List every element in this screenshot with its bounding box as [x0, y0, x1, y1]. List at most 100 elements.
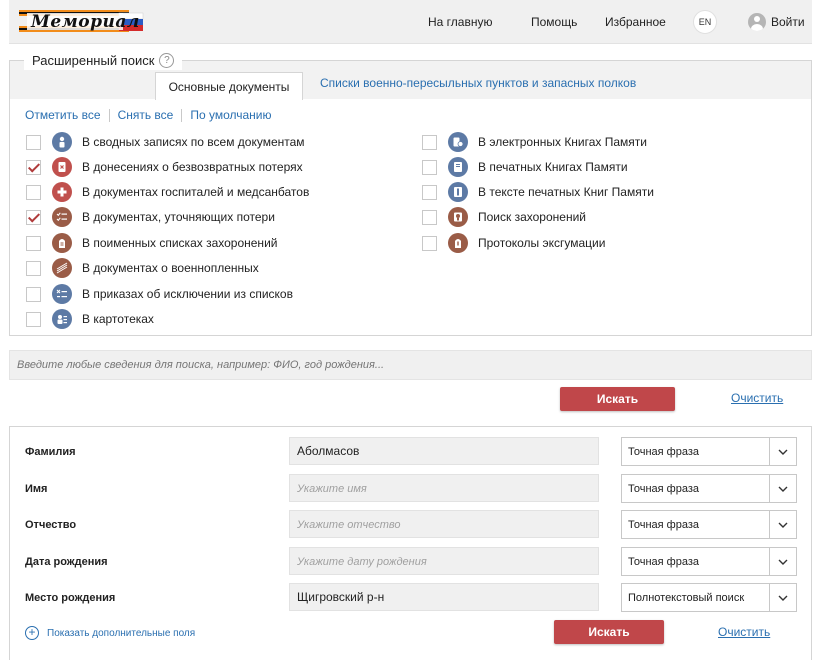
search-button[interactable]: Искать	[560, 387, 675, 411]
doc-option-label: В печатных Книгах Памяти	[478, 160, 628, 174]
uncheck-all-link[interactable]: Снять все	[118, 108, 174, 122]
surname-label: Фамилия	[25, 446, 76, 458]
chevron-down-icon	[769, 438, 796, 465]
doc-option-label: В приказах об исключении из списков	[82, 287, 293, 301]
birth-date-label: Дата рождения	[25, 556, 108, 568]
chevron-down-icon	[769, 548, 796, 575]
help-icon[interactable]: ?	[159, 52, 175, 68]
chevron-down-icon	[769, 511, 796, 538]
memorial-logo[interactable]: Мемориал	[19, 4, 145, 40]
checkbox[interactable]	[26, 184, 41, 200]
checkbox[interactable]	[26, 235, 41, 251]
clear-link[interactable]: Очистить	[731, 391, 783, 405]
first-name-label: Имя	[25, 483, 48, 495]
first-name-match-select[interactable]: Точная фраза	[621, 474, 797, 503]
free-text-search-input[interactable]	[9, 350, 812, 380]
match-mode-value: Точная фраза	[628, 445, 699, 458]
doc-option-label: В документах госпиталей и медсанбатов	[82, 185, 310, 199]
document-cross-icon	[52, 157, 72, 177]
match-mode-value: Полнотекстовый поиск	[628, 591, 745, 604]
nav-home[interactable]: На главную	[428, 15, 492, 29]
checkbox[interactable]	[26, 286, 41, 302]
book-text-icon	[448, 182, 468, 202]
match-mode-value: Точная фраза	[628, 482, 699, 495]
nav-help[interactable]: Помощь	[531, 15, 577, 29]
doc-option-summary[interactable]: В сводных записях по всем документам	[26, 132, 305, 152]
match-mode-value: Точная фраза	[628, 518, 699, 531]
show-more-fields-label: Показать дополнительные поля	[47, 627, 196, 639]
card-index-icon	[52, 309, 72, 329]
checkbox[interactable]	[422, 134, 437, 150]
doc-option-losses[interactable]: В донесениях о безвозвратных потерях	[26, 157, 303, 177]
doc-option-label: В документах о военнопленных	[82, 261, 259, 275]
form-clear-link[interactable]: Очистить	[718, 625, 770, 639]
barbed-wire-icon	[52, 258, 72, 278]
birth-date-match-select[interactable]: Точная фраза	[621, 547, 797, 576]
checkbox[interactable]	[422, 159, 437, 175]
divider	[181, 108, 183, 122]
doc-option-book-text[interactable]: В тексте печатных Книг Памяти	[422, 182, 654, 202]
doc-option-label: Поиск захоронений	[478, 210, 586, 224]
doc-option-label: Протоколы эксгумации	[478, 236, 606, 250]
doc-option-burial-lists[interactable]: В поименных списках захоронений	[26, 233, 277, 253]
chevron-down-icon	[769, 475, 796, 502]
doc-option-label: В картотеках	[82, 312, 154, 326]
doc-option-label: В тексте печатных Книг Памяти	[478, 185, 654, 199]
medical-cross-icon	[52, 182, 72, 202]
person-icon	[52, 132, 72, 152]
grave-list-icon	[52, 233, 72, 253]
tab-transit-lists[interactable]: Списки военно-пересыльных пунктов и запа…	[320, 76, 636, 90]
doc-option-pow[interactable]: В документах о военнопленных	[26, 258, 259, 278]
doc-option-hospitals[interactable]: В документах госпиталей и медсанбатов	[26, 182, 309, 202]
plus-circle-icon: +	[25, 626, 39, 640]
doc-option-label: В поименных списках захоронений	[82, 236, 278, 250]
birth-place-match-select[interactable]: Полнотекстовый поиск	[621, 583, 797, 612]
doc-option-card-index[interactable]: В картотеках	[26, 309, 154, 329]
doc-option-label: В документах, уточняющих потери	[82, 210, 275, 224]
checkbox[interactable]	[422, 184, 437, 200]
checkbox[interactable]	[422, 235, 437, 251]
exhumation-icon	[448, 233, 468, 253]
checkbox[interactable]	[26, 209, 41, 225]
checkbox[interactable]	[26, 311, 41, 327]
doc-option-burial-search[interactable]: Поиск захоронений	[422, 207, 586, 227]
default-selection-link[interactable]: По умолчанию	[190, 108, 271, 122]
doc-option-e-books[interactable]: В электронных Книгах Памяти	[422, 132, 647, 152]
burial-search-icon	[448, 207, 468, 227]
advanced-search-title: Расширенный поиск	[32, 52, 155, 68]
doc-option-label: В донесениях о безвозвратных потерях	[82, 160, 303, 174]
doc-option-clarifying[interactable]: В документах, уточняющих потери	[26, 207, 275, 227]
surname-match-select[interactable]: Точная фраза	[621, 437, 797, 466]
checkbox[interactable]	[26, 159, 41, 175]
birth-place-label: Место рождения	[25, 592, 116, 604]
first-name-input[interactable]	[289, 474, 599, 502]
language-toggle-button[interactable]: EN	[693, 10, 717, 34]
site-header: Мемориал На главную Помощь Избранное EN …	[9, 0, 812, 44]
match-mode-value: Точная фраза	[628, 555, 699, 568]
nav-favorites[interactable]: Избранное	[605, 15, 666, 29]
form-search-button[interactable]: Искать	[554, 620, 664, 644]
doc-option-label: В сводных записях по всем документам	[82, 135, 305, 149]
patronymic-input[interactable]	[289, 510, 599, 538]
e-book-icon	[448, 132, 468, 152]
show-more-fields-link[interactable]: + Показать дополнительные поля	[25, 626, 195, 640]
surname-input[interactable]	[289, 437, 599, 465]
birth-place-input[interactable]	[289, 583, 599, 611]
checkbox[interactable]	[422, 209, 437, 225]
patronymic-label: Отчество	[25, 519, 77, 531]
doc-option-exhumation[interactable]: Протоколы эксгумации	[422, 233, 605, 253]
doc-option-exclusion-orders[interactable]: В приказах об исключении из списков	[26, 284, 293, 304]
tab-main-documents[interactable]: Основные документы	[155, 72, 303, 100]
chevron-down-icon	[769, 584, 796, 611]
divider	[108, 108, 110, 122]
check-all-link[interactable]: Отметить все	[25, 108, 101, 122]
advanced-search-heading: Расширенный поиск ?	[24, 50, 183, 70]
selection-actions: Отметить все Снять все По умолчанию	[25, 108, 272, 122]
logo-text: Мемориал	[31, 12, 140, 32]
birth-date-input[interactable]	[289, 547, 599, 575]
patronymic-match-select[interactable]: Точная фраза	[621, 510, 797, 539]
checkbox[interactable]	[26, 260, 41, 276]
checkbox[interactable]	[26, 134, 41, 150]
login-button[interactable]: Войти	[748, 11, 805, 33]
doc-option-printed-books[interactable]: В печатных Книгах Памяти	[422, 157, 628, 177]
